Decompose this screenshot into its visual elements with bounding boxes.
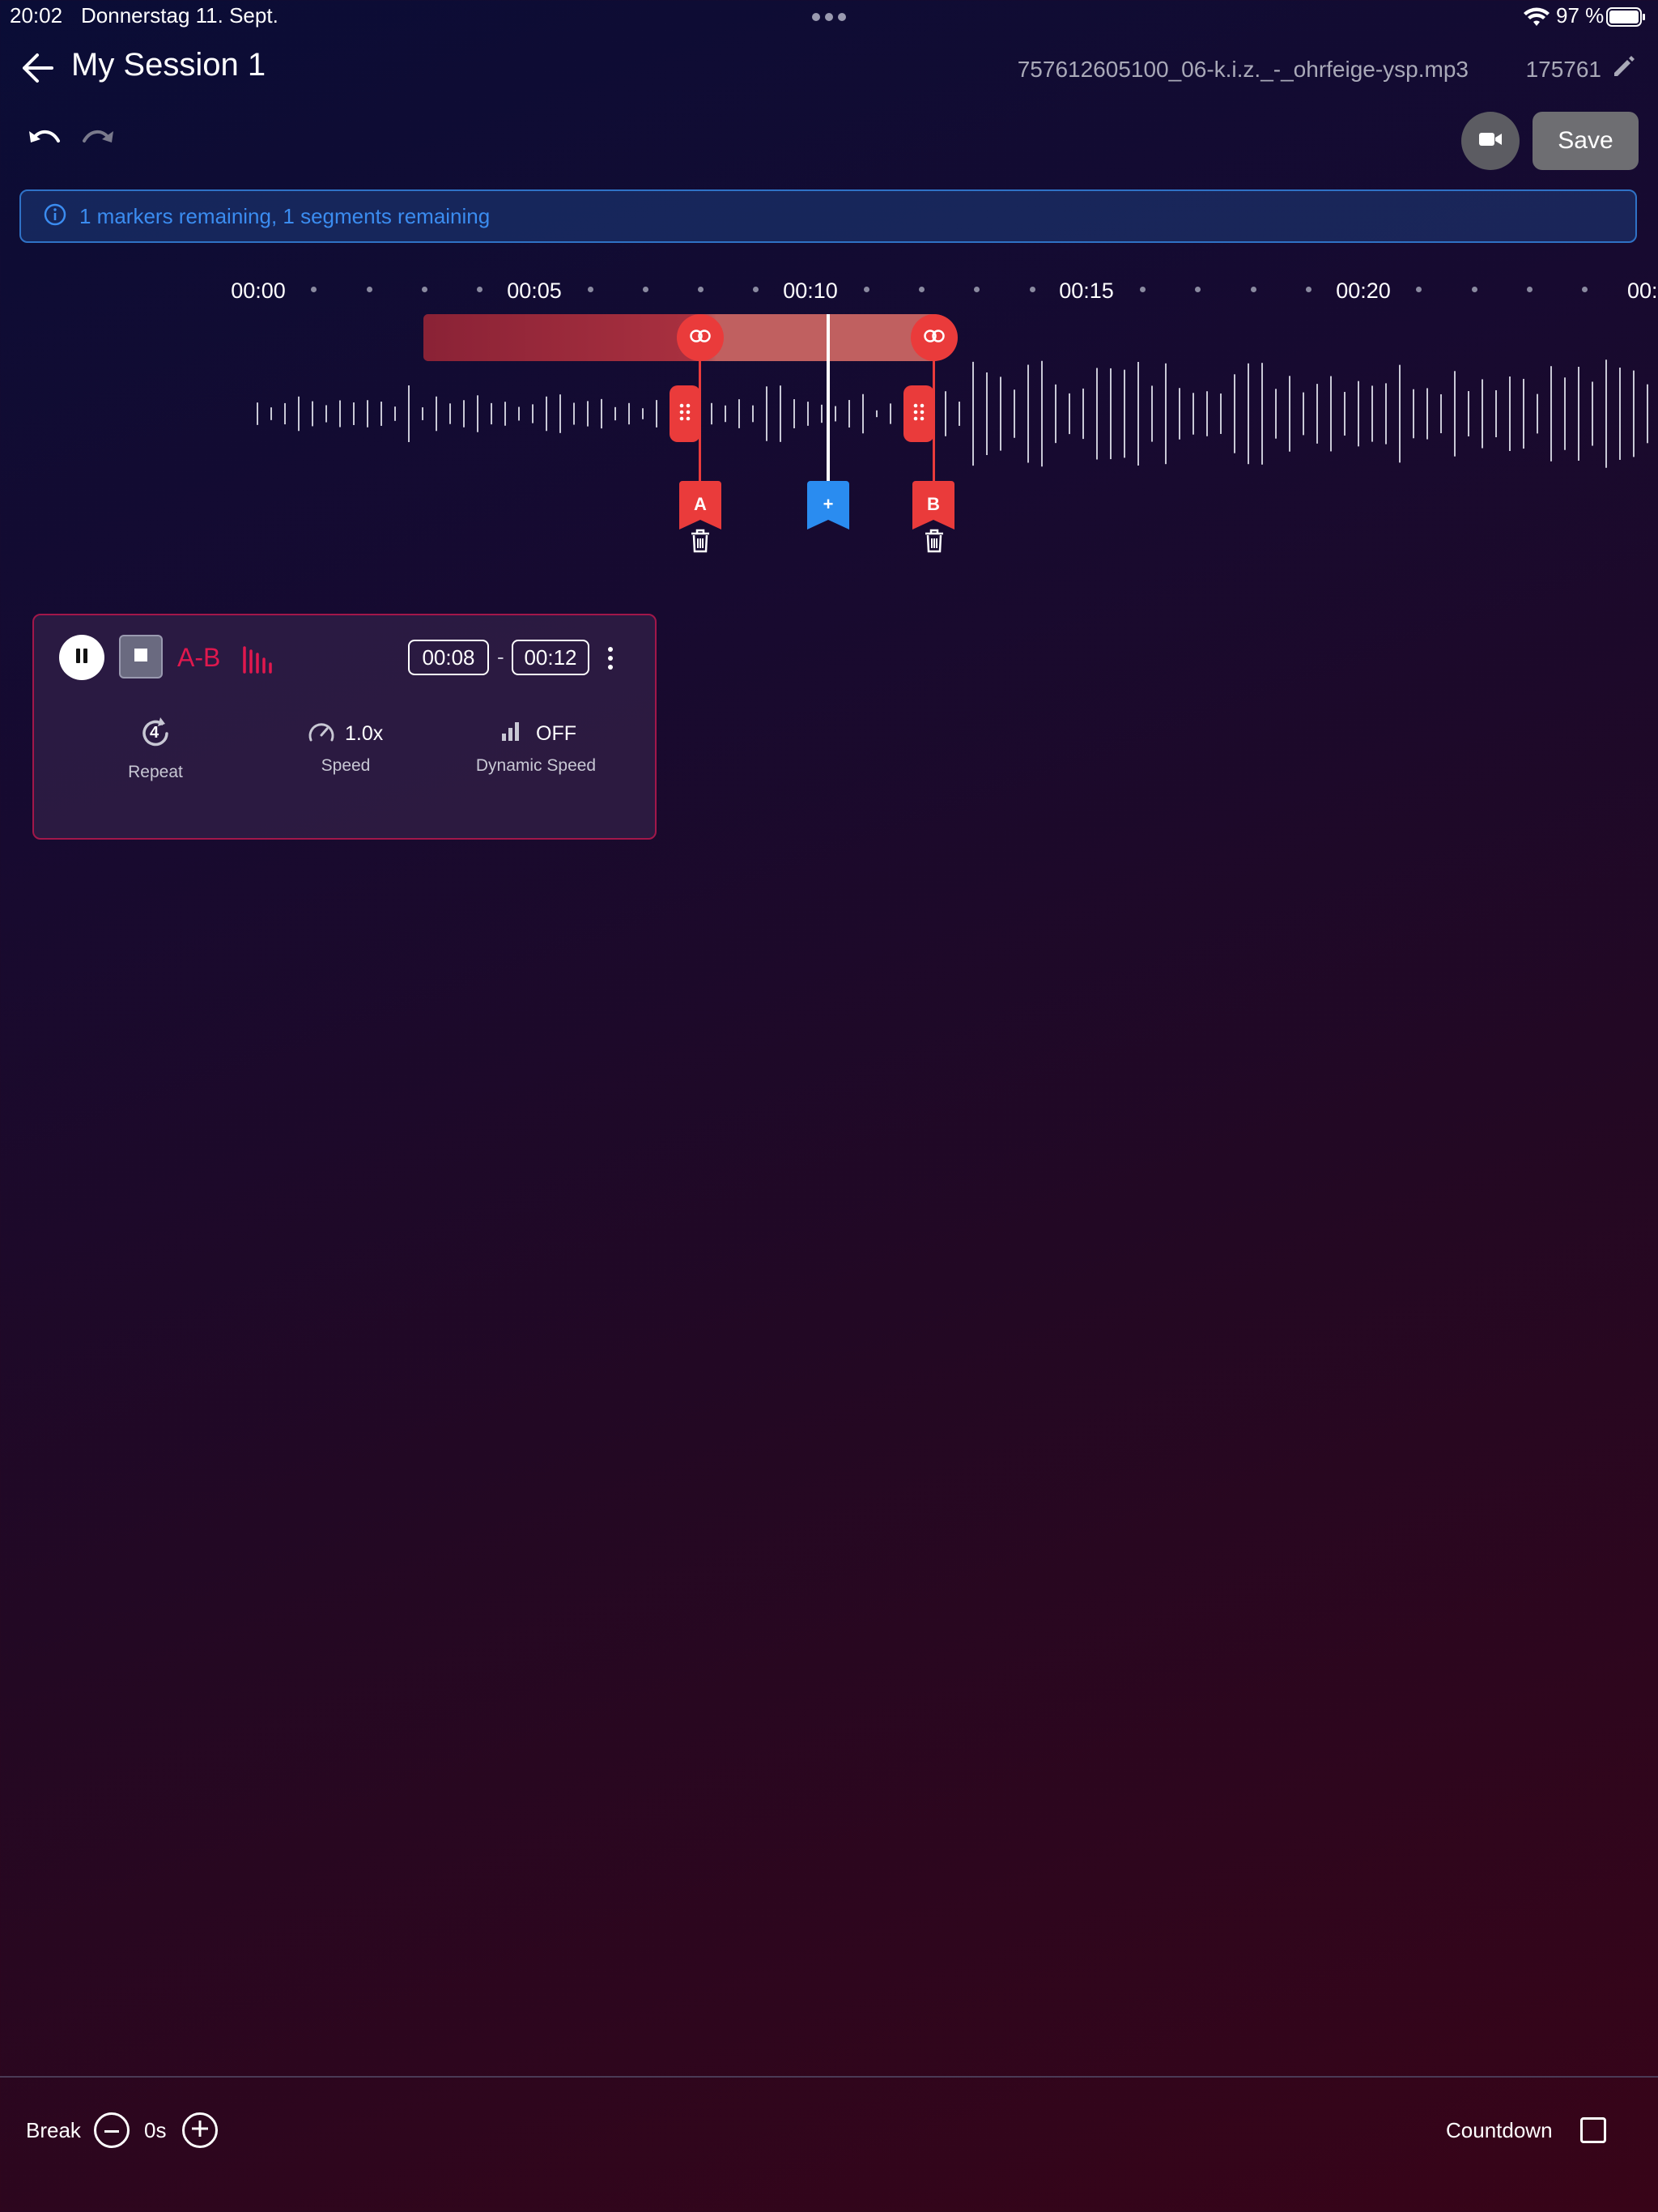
speed-gauge-icon[interactable] <box>308 721 335 747</box>
time-tick-label: 00:10 <box>783 279 838 303</box>
ruler-dot <box>863 287 869 292</box>
segment-player-card: A-B 00:08 - 00:12 4 Repeat 1.0x Speed OF… <box>32 614 657 840</box>
link-rings-icon <box>688 329 712 347</box>
more-options-icon[interactable] <box>606 646 615 674</box>
ruler-dot <box>1416 287 1422 292</box>
battery-icon <box>1606 6 1647 32</box>
time-tick-label: 00:05 <box>507 279 562 303</box>
save-button[interactable]: Save <box>1533 112 1639 170</box>
segment-start-time[interactable]: 00:08 <box>408 640 489 675</box>
dynamic-speed-value[interactable]: OFF <box>536 722 576 746</box>
countdown-checkbox[interactable] <box>1580 2117 1606 2143</box>
banner-message: 1 markers remaining, 1 segments remainin… <box>79 203 491 228</box>
battery-percent: 97 % <box>1556 3 1605 28</box>
ruler-dot <box>421 287 427 292</box>
ruler-dot <box>1471 287 1477 292</box>
plus-icon <box>192 2120 208 2141</box>
speed-value[interactable]: 1.0x <box>345 722 383 746</box>
audio-filename: 757612605100_06-k.i.z._-_ohrfeige-ysp.mp… <box>1017 57 1469 82</box>
signal-bars-icon[interactable] <box>500 721 521 746</box>
marker-b-label: B <box>927 494 940 514</box>
edit-pencil-icon[interactable] <box>1611 53 1637 83</box>
marker-b-flag[interactable]: B <box>912 481 954 530</box>
ruler-dot <box>974 287 980 292</box>
segment-end-handle[interactable] <box>911 314 958 361</box>
ruler-dot <box>1195 287 1201 292</box>
redo-icon[interactable] <box>81 126 115 155</box>
minus-icon <box>104 2123 119 2138</box>
ruler-dot <box>919 287 925 292</box>
time-tick-label: 00:15 <box>1059 279 1114 303</box>
add-marker-button[interactable]: + <box>807 481 849 530</box>
ruler-dot <box>1582 287 1588 292</box>
repeat-label: Repeat <box>128 763 183 781</box>
ruler-dot <box>1526 287 1533 292</box>
pause-icon <box>74 648 89 668</box>
marker-a-flag[interactable]: A <box>679 481 721 530</box>
time-tick-label: 00:00 <box>231 279 286 303</box>
break-decrease-button[interactable] <box>94 2112 130 2148</box>
repeat-count: 4 <box>150 724 159 742</box>
ruler-dot <box>587 287 593 292</box>
waveform-mode-icon[interactable] <box>241 646 274 678</box>
ab-mode-label[interactable]: A-B <box>177 643 220 673</box>
segment-start-handle[interactable] <box>677 314 724 361</box>
delete-marker-a-icon[interactable] <box>688 528 712 554</box>
session-id: 175761 <box>1525 57 1601 82</box>
break-value: 0s <box>144 2118 167 2142</box>
dynamic-speed-label: Dynamic Speed <box>475 756 597 775</box>
stop-icon <box>134 648 147 666</box>
undo-icon[interactable] <box>28 126 62 155</box>
playhead[interactable] <box>827 314 830 486</box>
wifi-icon <box>1524 6 1550 32</box>
footer-divider <box>0 2076 1658 2078</box>
countdown-label: Countdown <box>1446 2118 1553 2142</box>
delete-marker-b-icon[interactable] <box>922 528 946 554</box>
time-tick-label: 00:20 <box>1336 279 1391 303</box>
video-button[interactable] <box>1461 112 1520 170</box>
ruler-dot <box>1305 287 1312 292</box>
add-marker-label: + <box>823 494 834 514</box>
marker-a-label: A <box>694 494 707 514</box>
segment-end-time[interactable]: 00:12 <box>512 640 589 675</box>
status-date: Donnerstag 11. Sept. <box>81 3 278 28</box>
ruler-dot <box>753 287 759 292</box>
info-icon <box>44 203 66 230</box>
info-banner: 1 markers remaining, 1 segments remainin… <box>19 189 1637 243</box>
status-time: 20:02 <box>10 3 63 28</box>
link-rings-icon <box>922 329 946 347</box>
ruler-dot <box>642 287 648 292</box>
marker-b-drag-handle[interactable] <box>903 385 934 442</box>
ruler-dot <box>1140 287 1146 292</box>
ruler-dot <box>477 287 483 292</box>
multitask-dots-icon[interactable] <box>811 11 847 26</box>
break-increase-button[interactable] <box>182 2112 218 2148</box>
ruler-dot <box>1250 287 1256 292</box>
drag-grip-icon <box>679 403 691 425</box>
ruler-dot <box>366 287 372 292</box>
speed-label: Speed <box>321 756 371 775</box>
drag-grip-icon <box>913 403 925 425</box>
ruler-dot <box>311 287 317 292</box>
time-tick-label: 00:2 <box>1627 279 1658 303</box>
time-separator: - <box>497 644 504 669</box>
ruler-dot <box>1029 287 1035 292</box>
waveform[interactable] <box>256 353 1658 479</box>
video-camera-icon <box>1478 130 1503 152</box>
pause-button[interactable] <box>59 635 104 680</box>
stop-button[interactable] <box>119 635 163 678</box>
ruler-dot <box>698 287 704 292</box>
back-arrow-icon[interactable] <box>21 52 55 88</box>
marker-a-drag-handle[interactable] <box>670 385 700 442</box>
page-title: My Session 1 <box>71 47 266 83</box>
break-label: Break <box>26 2118 81 2142</box>
